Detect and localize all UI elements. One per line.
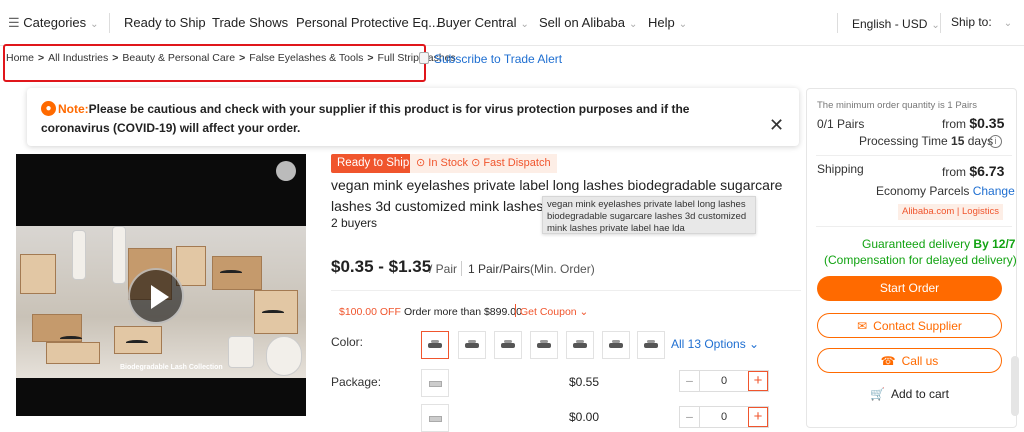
lash-thumbnail bbox=[644, 340, 658, 348]
get-coupon-link[interactable]: Get Coupon ⌄ bbox=[520, 306, 588, 318]
contact-supplier-button[interactable]: ✉ Contact Supplier bbox=[817, 313, 1002, 338]
chevron-down-icon: ⌄ bbox=[629, 19, 638, 30]
package-thumbnail[interactable] bbox=[421, 404, 449, 432]
lash-thumbnail bbox=[465, 340, 479, 348]
nav-trade-shows[interactable]: Trade Shows bbox=[212, 15, 288, 30]
stock-badge: ⊙ In Stock ⊙ Fast Dispatch bbox=[410, 154, 557, 173]
quantity-stepper: − 0 + bbox=[679, 406, 769, 428]
color-swatch[interactable] bbox=[530, 331, 558, 359]
quantity-stepper: − 0 + bbox=[679, 370, 769, 392]
start-order-button[interactable]: Start Order bbox=[817, 276, 1002, 301]
color-swatch[interactable] bbox=[421, 331, 449, 359]
color-swatch[interactable] bbox=[566, 331, 594, 359]
breadcrumb-beauty[interactable]: Beauty & Personal Care bbox=[122, 52, 235, 64]
nav-sell-on-alibaba[interactable]: Sell on Alibaba ⌄ bbox=[539, 15, 637, 30]
coupon-discount: $100.00 OFF bbox=[339, 306, 401, 318]
pairs-count: 0/1 Pairs bbox=[817, 117, 865, 131]
change-shipping-link[interactable]: Change bbox=[973, 184, 1015, 198]
divider bbox=[940, 13, 941, 33]
subscribe-trade-alert-link[interactable]: Subscribe to Trade Alert bbox=[434, 52, 562, 66]
processing-time: Processing Time 15 days bbox=[859, 134, 994, 148]
call-us-button[interactable]: ☎ Call us bbox=[817, 348, 1002, 373]
divider bbox=[331, 290, 801, 291]
divider bbox=[816, 155, 1012, 156]
divider bbox=[515, 304, 516, 317]
list-icon: ☰ bbox=[8, 15, 24, 30]
cart-icon: 🛒 bbox=[870, 387, 885, 401]
info-icon[interactable]: i bbox=[989, 135, 1002, 148]
chevron-down-icon: ⌄ bbox=[931, 20, 940, 31]
product-title-line1: vegan mink eyelashes private label long … bbox=[331, 177, 783, 193]
package-price: $0.55 bbox=[569, 375, 600, 389]
coupon-condition: Order more than $899.00 bbox=[404, 306, 522, 318]
language-selector[interactable]: English - USD ⌄ bbox=[852, 17, 940, 31]
price-range: $0.35 - $1.35 bbox=[331, 257, 432, 276]
nav-help[interactable]: Help ⌄ bbox=[648, 15, 687, 30]
shipping-label: Shipping bbox=[817, 162, 864, 176]
top-navigation: ☰ Categories ⌄ Ready to Ship Trade Shows … bbox=[0, 0, 1024, 46]
categories-menu[interactable]: ☰ Categories ⌄ bbox=[8, 15, 99, 31]
buyers-count: 2 buyers bbox=[331, 216, 378, 230]
moq-note: The minimum order quantity is 1 Pairs bbox=[817, 100, 977, 111]
price-unit: / Pair bbox=[429, 262, 458, 276]
ship-to-selector[interactable]: Ship to: ⌄ bbox=[951, 15, 1012, 29]
breadcrumb-false-eyelashes[interactable]: False Eyelashes & Tools bbox=[249, 52, 363, 64]
phone-icon: ☎ bbox=[880, 354, 896, 368]
min-order: 1 Pair/Pairs(Min. Order) bbox=[468, 262, 595, 276]
chevron-down-icon: ⌄ bbox=[1003, 18, 1013, 29]
nav-personal-protective[interactable]: Personal Protective Eq... bbox=[296, 15, 439, 30]
all-color-options-link[interactable]: All 13 Options ⌄ bbox=[671, 337, 759, 351]
increase-button[interactable]: + bbox=[748, 407, 768, 427]
chevron-down-icon: ⌄ bbox=[90, 19, 99, 30]
shipping-method: Economy Parcels Change bbox=[876, 184, 1015, 198]
logistics-badge: Alibaba.com | Logistics bbox=[898, 204, 1003, 220]
mail-icon: ✉ bbox=[857, 319, 868, 333]
video-indicator[interactable] bbox=[276, 161, 296, 181]
lash-thumbnail bbox=[537, 340, 551, 348]
lash-thumbnail bbox=[428, 340, 442, 348]
package-price: $0.00 bbox=[569, 410, 600, 424]
decrease-button[interactable]: − bbox=[680, 371, 700, 391]
close-icon[interactable]: ✕ bbox=[769, 115, 784, 136]
video-caption: Biodegradable Lash Collection bbox=[120, 364, 223, 371]
color-swatch[interactable] bbox=[458, 331, 486, 359]
divider bbox=[837, 13, 838, 33]
divider bbox=[109, 13, 110, 33]
quantity-input[interactable]: 0 bbox=[700, 407, 748, 427]
divider bbox=[461, 261, 462, 276]
play-icon[interactable] bbox=[128, 268, 184, 324]
unit-price: from $0.35 bbox=[942, 115, 1005, 131]
breadcrumb-all-industries[interactable]: All Industries bbox=[48, 52, 108, 64]
breadcrumb: Home > All Industries > Beauty & Personal Ca… bbox=[6, 52, 456, 64]
increase-button[interactable]: + bbox=[748, 371, 768, 391]
color-swatch[interactable] bbox=[494, 331, 522, 359]
shipping-price: from $6.73 bbox=[942, 163, 1005, 179]
scrollbar[interactable] bbox=[1011, 356, 1019, 416]
package-label: Package: bbox=[331, 375, 382, 389]
lash-thumbnail bbox=[501, 340, 515, 348]
ready-to-ship-badge: Ready to Ship bbox=[331, 154, 416, 173]
add-to-cart-button[interactable]: 🛒 Add to cart bbox=[817, 382, 1002, 407]
color-swatch[interactable] bbox=[637, 331, 665, 359]
lash-thumbnail bbox=[573, 340, 587, 348]
delivery-compensation: (Compensation for delayed delivery) bbox=[824, 253, 1017, 267]
title-tooltip: vegan mink eyelashes private label long … bbox=[542, 196, 756, 234]
lash-thumbnail bbox=[609, 340, 623, 348]
chevron-down-icon: ⌄ bbox=[678, 19, 688, 30]
nav-ready-to-ship[interactable]: Ready to Ship bbox=[124, 15, 206, 30]
product-title-line2: lashes 3d customized mink lashes private… bbox=[331, 198, 543, 214]
breadcrumb-home[interactable]: Home bbox=[6, 52, 34, 64]
quantity-input[interactable]: 0 bbox=[700, 371, 748, 391]
color-label: Color: bbox=[331, 335, 364, 349]
divider bbox=[816, 226, 1012, 227]
decrease-button[interactable]: − bbox=[680, 407, 700, 427]
guaranteed-delivery: Guaranteed delivery By 12/7 bbox=[862, 237, 1016, 251]
file-icon bbox=[419, 52, 429, 64]
nav-buyer-central[interactable]: Buyer Central ⌄ bbox=[437, 15, 529, 30]
chevron-down-icon: ⌄ bbox=[520, 19, 529, 30]
notice-text: Note:Please be cautious and check with y… bbox=[41, 102, 690, 135]
color-swatch[interactable] bbox=[602, 331, 630, 359]
package-thumbnail[interactable] bbox=[421, 369, 449, 397]
